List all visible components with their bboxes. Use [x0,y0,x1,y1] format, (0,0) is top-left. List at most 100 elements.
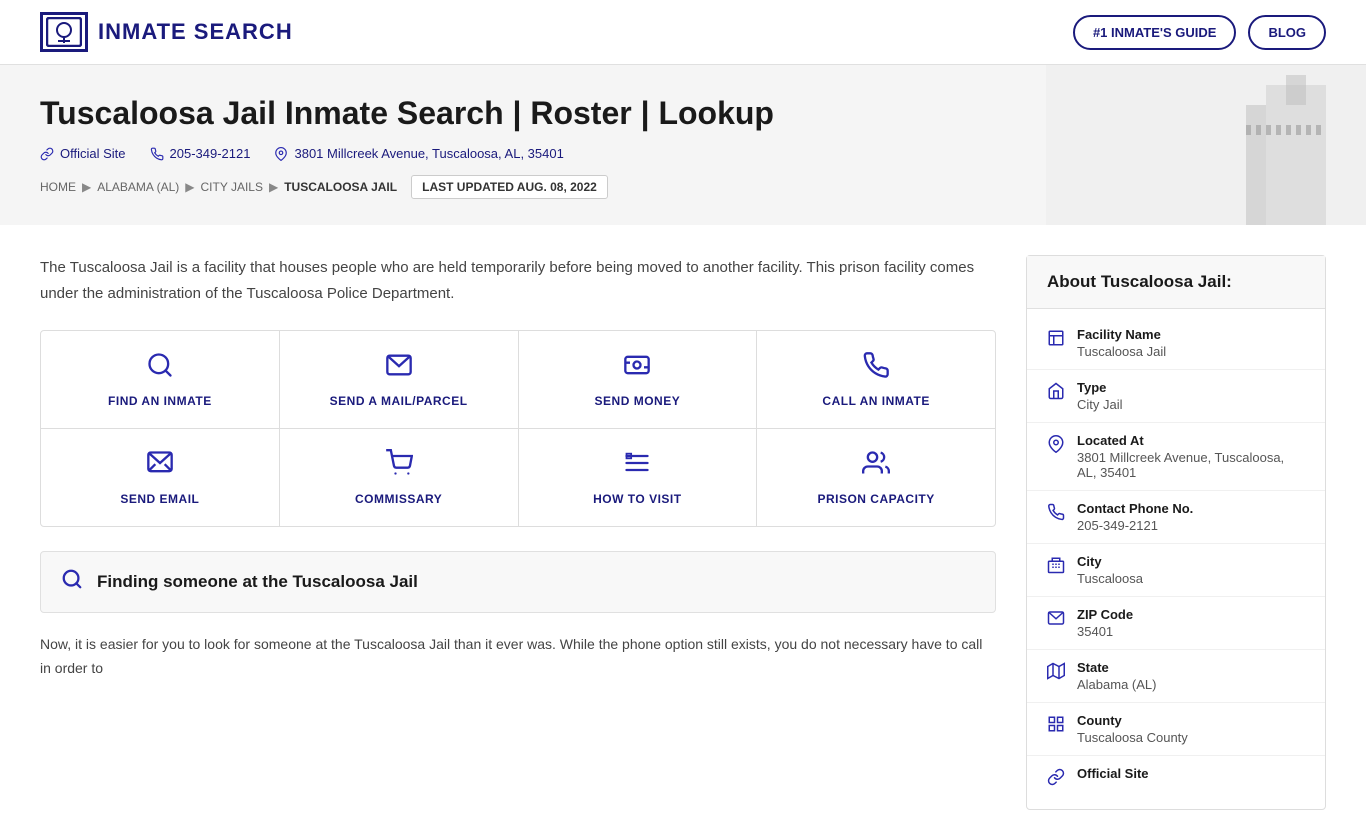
description-text: The Tuscaloosa Jail is a facility that h… [40,255,996,306]
header: INMATE SEARCH #1 INMATE'S GUIDE BLOG [0,0,1366,65]
find-inmate-label: FIND AN INMATE [108,394,212,408]
left-content: The Tuscaloosa Jail is a facility that h… [40,255,996,810]
page-title: Tuscaloosa Jail Inmate Search | Roster |… [40,95,1326,132]
logo-title: INMATE SEARCH [98,19,293,45]
commissary-label: COMMISSARY [355,492,442,506]
building-icon [1047,329,1065,352]
phone-value: 205-349-2121 [1077,518,1305,533]
county-icon [1047,715,1065,738]
address-item: 3801 Millcreek Avenue, Tuscaloosa, AL, 3… [274,146,563,161]
official-site-sidebar-label: Official Site [1077,766,1305,781]
right-sidebar: About Tuscaloosa Jail: Facility Name Tus… [1026,255,1326,810]
main-content: The Tuscaloosa Jail is a facility that h… [0,225,1366,840]
prison-capacity-icon [862,449,890,484]
commissary-icon [385,449,413,484]
type-content: Type City Jail [1077,380,1305,412]
facility-name-label: Facility Name [1077,327,1305,342]
state-value: Alabama (AL) [1077,677,1305,692]
city-icon [1047,556,1065,579]
type-value: City Jail [1077,397,1305,412]
action-grid: FIND AN INMATE SEND A MAIL/PARCEL SEND M… [40,330,996,527]
send-email-label: SEND EMAIL [120,492,199,506]
send-mail-icon [385,351,413,386]
find-title: Finding someone at the Tuscaloosa Jail [97,572,418,592]
sidebar-row-official-site: Official Site [1027,756,1325,801]
prison-capacity-label: PRISON CAPACITY [817,492,934,506]
send-email-cell[interactable]: SEND EMAIL [41,429,280,526]
sidebar-row-state: State Alabama (AL) [1027,650,1325,703]
state-label: State [1077,660,1305,675]
county-value: Tuscaloosa County [1077,730,1305,745]
send-money-icon [623,351,651,386]
find-inmate-icon [146,351,174,386]
commissary-cell[interactable]: COMMISSARY [280,429,519,526]
sidebar-row-county: County Tuscaloosa County [1027,703,1325,756]
call-inmate-icon [862,351,890,386]
sidebar-card: About Tuscaloosa Jail: Facility Name Tus… [1026,255,1326,810]
link-icon [40,147,54,161]
county-content: County Tuscaloosa County [1077,713,1305,745]
paragraph-content: Now, it is easier for you to look for so… [40,633,996,681]
sidebar-row-location: Located At 3801 Millcreek Avenue, Tuscal… [1027,423,1325,491]
zip-content: ZIP Code 35401 [1077,607,1305,639]
location-icon-hero [274,147,288,161]
phone-content: Contact Phone No. 205-349-2121 [1077,501,1305,533]
phone-link[interactable]: 205-349-2121 [150,146,251,161]
breadcrumb-city-jails[interactable]: CITY JAILS [201,180,263,194]
location-icon [1047,435,1065,458]
send-money-cell[interactable]: SEND MONEY [519,331,758,428]
how-to-visit-label: HOW TO VISIT [593,492,681,506]
breadcrumb-current: TUSCALOOSA JAIL [284,180,397,194]
inmates-guide-button[interactable]: #1 INMATE'S GUIDE [1073,15,1236,50]
breadcrumb-alabama[interactable]: ALABAMA (AL) [97,180,179,194]
zip-label: ZIP Code [1077,607,1305,622]
send-mail-cell[interactable]: SEND A MAIL/PARCEL [280,331,519,428]
phone-icon-hero [150,147,164,161]
action-row-2: SEND EMAIL COMMISSARY HOW TO VISIT [41,429,995,526]
phone-label: Contact Phone No. [1077,501,1305,516]
official-site-content: Official Site [1077,766,1305,781]
official-site-icon [1047,768,1065,791]
call-inmate-cell[interactable]: CALL AN INMATE [757,331,995,428]
how-to-visit-cell[interactable]: HOW TO VISIT [519,429,758,526]
hero-image [1046,65,1366,225]
last-updated: LAST UPDATED AUG. 08, 2022 [411,175,608,199]
sidebar-rows: Facility Name Tuscaloosa Jail Type City … [1027,309,1325,809]
how-to-visit-icon [623,449,651,484]
find-inmate-cell[interactable]: FIND AN INMATE [41,331,280,428]
logo-area: INMATE SEARCH [40,12,293,52]
city-label: City [1077,554,1305,569]
find-section: Finding someone at the Tuscaloosa Jail [40,551,996,613]
prison-capacity-cell[interactable]: PRISON CAPACITY [757,429,995,526]
state-content: State Alabama (AL) [1077,660,1305,692]
type-icon [1047,382,1065,405]
city-content: City Tuscaloosa [1077,554,1305,586]
hero-meta: Official Site 205-349-2121 3801 Millcree… [40,146,1326,161]
blog-button[interactable]: BLOG [1248,15,1326,50]
map-icon [1047,662,1065,685]
find-section-icon [61,568,83,596]
sidebar-row-facility: Facility Name Tuscaloosa Jail [1027,317,1325,370]
sidebar-card-title: About Tuscaloosa Jail: [1027,256,1325,309]
sidebar-row-zip: ZIP Code 35401 [1027,597,1325,650]
type-label: Type [1077,380,1305,395]
county-label: County [1077,713,1305,728]
zip-value: 35401 [1077,624,1305,639]
logo-svg [46,17,82,47]
facility-name-content: Facility Name Tuscaloosa Jail [1077,327,1305,359]
location-content: Located At 3801 Millcreek Avenue, Tuscal… [1077,433,1305,480]
facility-name-value: Tuscaloosa Jail [1077,344,1305,359]
action-row-1: FIND AN INMATE SEND A MAIL/PARCEL SEND M… [41,331,995,429]
breadcrumb-home[interactable]: HOME [40,180,76,194]
logo-icon [40,12,88,52]
call-inmate-label: CALL AN INMATE [822,394,929,408]
location-label: Located At [1077,433,1305,448]
official-site-link[interactable]: Official Site [40,146,126,161]
city-value: Tuscaloosa [1077,571,1305,586]
hero-section: Tuscaloosa Jail Inmate Search | Roster |… [0,65,1366,225]
sidebar-row-type: Type City Jail [1027,370,1325,423]
send-email-icon [146,449,174,484]
send-mail-label: SEND A MAIL/PARCEL [330,394,468,408]
sidebar-row-phone: Contact Phone No. 205-349-2121 [1027,491,1325,544]
location-value: 3801 Millcreek Avenue, Tuscaloosa, AL, 3… [1077,450,1305,480]
